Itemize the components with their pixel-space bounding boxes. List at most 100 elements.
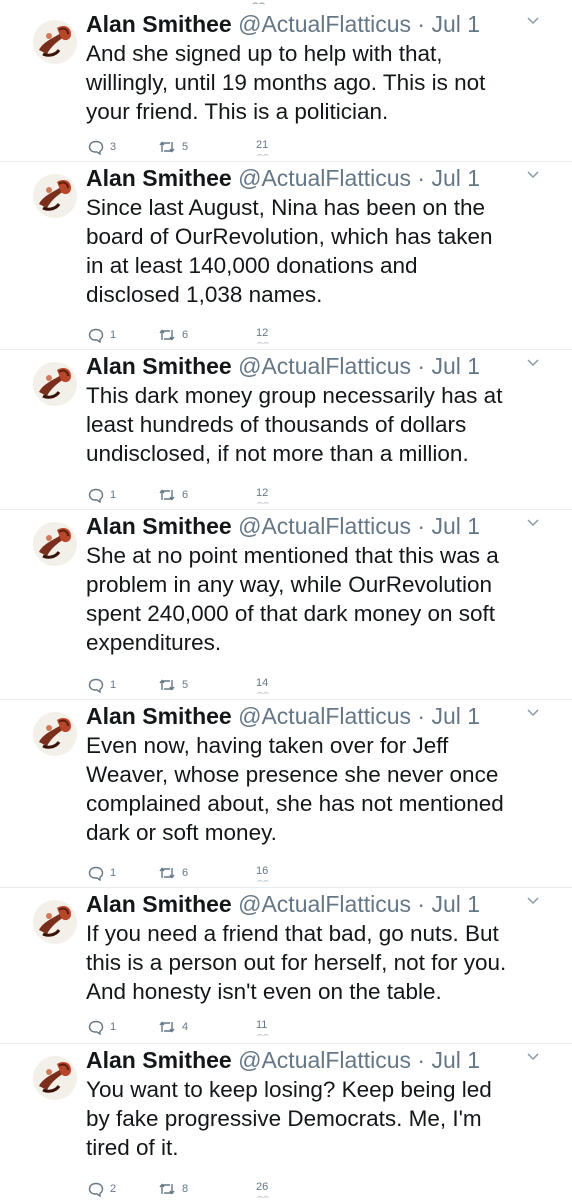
author-name[interactable]: Alan Smithee [86,513,232,539]
pipe-avatar-icon [33,362,77,406]
avatar[interactable] [33,362,77,406]
tweet-date[interactable]: Jul 1 [431,353,480,379]
tweet-header: Alan Smithee @ActualFlatticus · Jul 1 [86,1046,480,1074]
reply-button[interactable]: 1 [88,862,116,884]
reply-bubble-icon [88,328,104,343]
retweet-icon [159,141,175,153]
tweet-date[interactable]: Jul 1 [431,11,480,37]
tweet-header: Alan Smithee @ActualFlatticus · Jul 1 [86,702,480,730]
tweet[interactable]: Alan Smithee @ActualFlatticus · Jul 1 An… [0,8,572,162]
author-handle[interactable]: @ActualFlatticus [238,353,411,379]
pipe-avatar-icon [33,174,77,218]
retweet-button[interactable]: 6 [158,484,188,506]
heart-icon: ⌢⌢ [257,1191,269,1200]
retweet-button[interactable]: 6 [158,324,188,346]
chevron-down-icon[interactable] [526,14,540,28]
author-handle[interactable]: @ActualFlatticus [238,165,411,191]
tweet[interactable]: Alan Smithee @ActualFlatticus · Jul 1 Sh… [0,510,572,700]
tweet-date[interactable]: Jul 1 [431,513,480,539]
chevron-down-icon[interactable] [526,706,540,720]
tweet-header: Alan Smithee @ActualFlatticus · Jul 1 [86,352,480,380]
reply-bubble-icon [88,488,104,503]
avatar[interactable] [33,712,77,756]
retweet-icon [159,489,175,501]
tweet-text: Since last August, Nina has been on the … [86,195,493,307]
author-name[interactable]: Alan Smithee [86,1047,232,1073]
chevron-down-icon[interactable] [526,894,540,908]
reply-count: 3 [110,141,117,153]
avatar[interactable] [33,900,77,944]
reply-bubble-icon [88,678,104,693]
author-name[interactable]: Alan Smithee [86,353,232,379]
header-separator: · [417,513,426,539]
reply-button[interactable]: 1 [88,324,116,346]
header-separator: · [417,891,426,917]
reply-bubble-icon [88,866,104,881]
pipe-avatar-icon [33,522,77,566]
reply-bubble-icon [88,140,104,155]
tweet[interactable]: Alan Smithee @ActualFlatticus · Jul 1 Ev… [0,700,572,888]
retweet-count: 6 [182,867,189,879]
author-handle[interactable]: @ActualFlatticus [238,703,411,729]
tweet[interactable]: Alan Smithee @ActualFlatticus · Jul 1 Th… [0,350,572,510]
retweet-button[interactable]: 8 [158,1178,188,1200]
author-name[interactable]: Alan Smithee [86,891,232,917]
author-handle[interactable]: @ActualFlatticus [238,1047,411,1073]
pipe-avatar-icon [33,900,77,944]
tweet[interactable]: Alan Smithee @ActualFlatticus · Jul 1 Si… [0,162,572,350]
tweet-date[interactable]: Jul 1 [431,703,480,729]
like-button[interactable]: 26 ⌢⌢ [256,1178,269,1200]
tweet[interactable]: Alan Smithee @ActualFlatticus · Jul 1 Yo… [0,1044,572,1200]
retweet-count: 5 [182,679,189,691]
heart-icon: ⌢⌢ [257,1029,269,1039]
like-button[interactable]: 12 ⌢⌢ [256,484,269,507]
tweet[interactable]: Alan Smithee @ActualFlatticus · Jul 1 If… [0,888,572,1044]
chevron-down-icon[interactable] [526,516,540,530]
previous-tweet-edge: ⌢⌢ [0,0,572,9]
reply-button[interactable]: 1 [88,484,116,506]
chevron-down-icon[interactable] [526,168,540,182]
like-button[interactable]: 16 ⌢⌢ [256,862,269,885]
retweet-button[interactable]: 5 [158,674,188,696]
author-handle[interactable]: @ActualFlatticus [238,891,411,917]
author-handle[interactable]: @ActualFlatticus [238,11,411,37]
retweet-icon [159,1021,175,1033]
like-button[interactable]: 11 ⌢⌢ [256,1016,269,1039]
like-button[interactable]: 14 ⌢⌢ [256,674,269,697]
like-button[interactable]: 12 ⌢⌢ [256,324,269,347]
header-separator: · [417,165,426,191]
avatar[interactable] [33,174,77,218]
avatar[interactable] [33,522,77,566]
reply-button[interactable]: 2 [88,1178,116,1200]
pipe-avatar-icon [33,712,77,756]
chevron-down-icon[interactable] [526,1050,540,1064]
tweet-date[interactable]: Jul 1 [431,891,480,917]
retweet-count: 8 [182,1183,189,1195]
heart-icon: ⌢⌢ [257,149,269,159]
like-dots-glyph: ⌢⌢ [252,0,266,9]
chevron-down-icon[interactable] [526,356,540,370]
author-name[interactable]: Alan Smithee [86,11,232,37]
author-handle[interactable]: @ActualFlatticus [238,513,411,539]
reply-button[interactable]: 1 [88,1016,116,1038]
tweet-text: And she signed up to help with that, wil… [86,41,486,124]
tweet-date[interactable]: Jul 1 [431,1047,480,1073]
tweet-text: You want to keep losing? Keep being led … [86,1077,492,1160]
retweet-button[interactable]: 4 [158,1016,188,1038]
author-name[interactable]: Alan Smithee [86,165,232,191]
tweet-text: If you need a friend that bad, go nuts. … [86,921,507,1004]
heart-icon: ⌢⌢ [257,497,269,507]
reply-button[interactable]: 1 [88,674,116,696]
like-button[interactable]: 21 ⌢⌢ [256,136,269,159]
pipe-avatar-icon [33,20,77,64]
tweet-date[interactable]: Jul 1 [431,165,480,191]
reply-button[interactable]: 3 [88,136,116,158]
retweet-button[interactable]: 6 [158,862,188,884]
author-name[interactable]: Alan Smithee [86,703,232,729]
retweet-count: 6 [182,489,189,501]
retweet-button[interactable]: 5 [158,136,188,158]
avatar[interactable] [33,1056,77,1100]
retweet-icon [159,329,175,341]
avatar[interactable] [33,20,77,64]
tweet-text: She at no point mentioned that this was … [86,543,499,655]
